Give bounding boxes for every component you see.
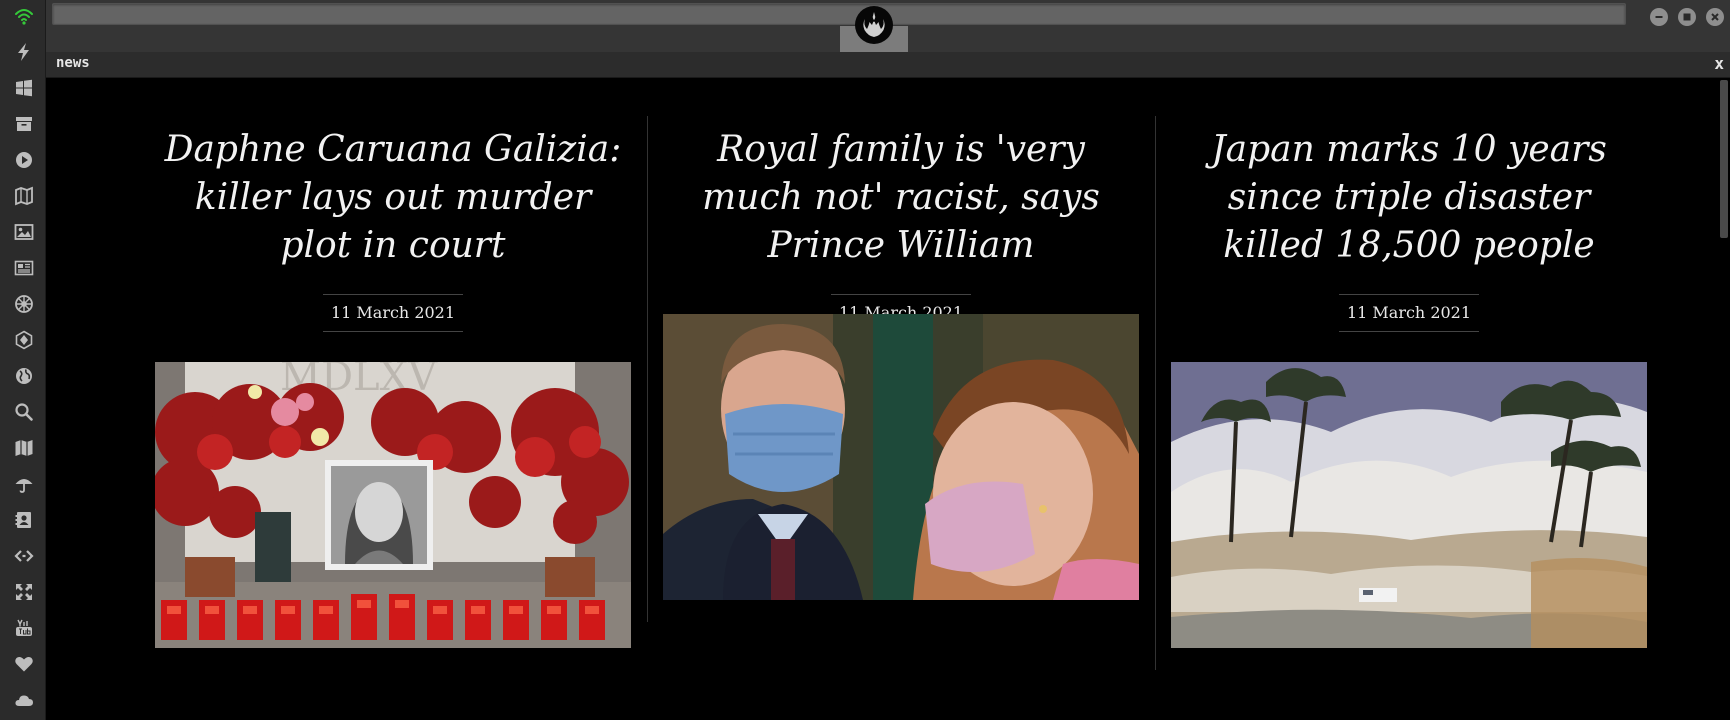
windows-icon[interactable] (12, 76, 36, 100)
emblem-tab[interactable] (840, 0, 908, 52)
panel-title: news (56, 55, 90, 71)
contacts-icon[interactable] (12, 508, 36, 532)
memorial-photo[interactable]: MDLXV (155, 362, 631, 648)
article-card[interactable]: Royal family is 'very much not' racist, … (663, 126, 1139, 332)
archive-icon[interactable] (12, 112, 36, 136)
heart-icon[interactable] (12, 652, 36, 676)
royals-masks-photo[interactable] (663, 314, 1139, 600)
scrollbar-thumb[interactable] (1720, 80, 1728, 238)
article-title[interactable]: Japan marks 10 years since triple disast… (1171, 126, 1647, 270)
newspaper-icon[interactable] (12, 256, 36, 280)
maximize-icon[interactable] (1678, 8, 1696, 26)
cloud-icon[interactable] (12, 688, 36, 712)
umbrella-icon[interactable] (12, 472, 36, 496)
code-icon[interactable] (12, 544, 36, 568)
address-bar[interactable] (52, 3, 1626, 25)
wifi-icon[interactable] (12, 4, 36, 28)
hexagon-icon[interactable] (12, 328, 36, 352)
article-card[interactable]: Japan marks 10 years since triple disast… (1171, 126, 1647, 332)
news-feed: Daphne Caruana Galizia: killer lays out … (46, 78, 1718, 720)
article-card[interactable]: Daphne Caruana Galizia: killer lays out … (155, 126, 631, 332)
article-date: 11 March 2021 (322, 294, 464, 332)
empire-icon[interactable] (12, 292, 36, 316)
globe-icon[interactable] (12, 364, 36, 388)
tsunami-photo[interactable] (1171, 362, 1647, 648)
youtube-icon[interactable] (12, 616, 36, 640)
close-icon[interactable] (1706, 8, 1724, 26)
news-panel-header: news x (46, 52, 1730, 78)
minimize-icon[interactable] (1650, 8, 1668, 26)
column-divider (647, 116, 648, 622)
window-titlebar (46, 0, 1730, 52)
search-icon[interactable] (12, 400, 36, 424)
article-title[interactable]: Royal family is 'very much not' racist, … (663, 126, 1139, 270)
panel-close-button[interactable]: x (1714, 54, 1724, 73)
scrollbar[interactable] (1718, 78, 1730, 720)
map-book-icon[interactable] (12, 184, 36, 208)
map-icon[interactable] (12, 436, 36, 460)
rebel-alliance-icon[interactable] (855, 6, 893, 44)
article-date: 11 March 2021 (1338, 294, 1480, 332)
app-dock (0, 0, 46, 720)
image-icon[interactable] (12, 220, 36, 244)
play-icon[interactable] (12, 148, 36, 172)
lightning-icon[interactable] (12, 40, 36, 64)
article-title[interactable]: Daphne Caruana Galizia: killer lays out … (155, 126, 631, 270)
expand-icon[interactable] (12, 580, 36, 604)
column-divider (1155, 116, 1156, 670)
